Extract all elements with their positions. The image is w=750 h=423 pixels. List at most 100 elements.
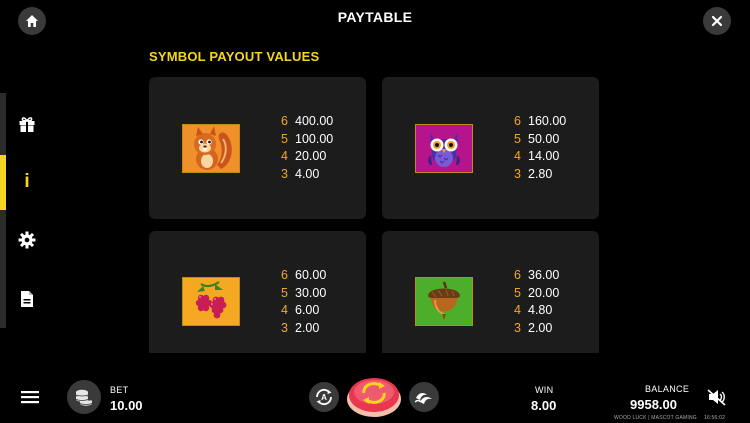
payout-row: 5 20.00 [514,285,559,303]
turbo-button[interactable] [409,382,439,412]
coins-icon [75,389,93,406]
payout-row: 5 50.00 [514,131,566,149]
payout-count: 3 [514,320,521,335]
payout-count: 3 [281,166,288,181]
raspberry-symbol [182,277,240,326]
payout-value: 50.00 [528,131,560,146]
close-button[interactable] [703,7,731,35]
payout-row: 6 400.00 [281,113,333,131]
sidebar-rail [0,93,6,328]
payout-count: 4 [514,303,521,317]
owl-icon [428,133,460,167]
payout-value: 4.00 [295,166,320,181]
payout-row: 6 60.00 [281,267,326,285]
payout-count: 4 [281,149,288,163]
bet-label: BET [110,385,129,395]
bet-value: 10.00 [110,398,143,413]
balance-value: 9958.00 [630,397,677,412]
top-bar: PAYTABLE [0,0,750,40]
payout-row: 4 4.80 [514,302,559,320]
payout-count: 5 [514,285,521,300]
squirrel-icon [194,126,232,170]
payout-row: 6 160.00 [514,113,566,131]
symbol-card-squirrel: 6 400.00 5 100.00 4 20.00 3 4.00 [149,77,366,219]
payout-row: 4 20.00 [281,148,333,166]
payout-count: 4 [281,303,288,317]
game-provider-text: WOOD LUCK | MASCOT GAMING [614,415,697,421]
payout-count: 3 [514,166,521,181]
acorn-symbol [415,277,473,326]
payout-value: 160.00 [528,114,567,128]
turbo-icon [414,393,432,404]
menu-button[interactable] [21,389,39,405]
symbol-card-raspberries: 6 60.00 5 30.00 4 6.00 3 2.00 [149,231,366,353]
payout-row: 4 14.00 [514,148,566,166]
payout-value: 2.00 [295,320,320,335]
payout-count: 6 [281,268,288,282]
autoplay-button[interactable]: A [309,382,339,412]
sound-toggle[interactable] [707,388,727,406]
gear-icon [18,231,36,249]
spin-icon [347,378,401,417]
payout-value: 100.00 [295,131,334,146]
payout-value: 6.00 [295,303,320,317]
sidebar-item-settings[interactable] [16,229,38,251]
payout-count: 3 [281,320,288,335]
close-icon [711,15,723,27]
balance-label: BALANCE [645,384,690,394]
bet-button[interactable] [67,380,101,414]
payout-count: 6 [281,114,288,128]
payout-value: 30.00 [295,285,327,300]
page-title: PAYTABLE [337,9,413,25]
squirrel-symbol [182,124,240,173]
sound-muted-icon [707,389,726,406]
autoplay-icon: A [316,388,332,406]
spin-button[interactable] [346,374,402,418]
payout-row: 6 36.00 [514,267,559,285]
section-title: SYMBOL PAYOUT VALUES [149,49,320,64]
payout-value: 20.00 [528,285,560,300]
payout-count: 6 [514,114,521,128]
raspberry-icon [195,281,227,319]
payout-count: 5 [281,285,288,300]
payout-row: 5 30.00 [281,285,326,303]
payout-row: 3 4.00 [281,166,333,184]
payout-value: 2.00 [528,320,553,335]
payout-row: 3 2.00 [281,320,326,338]
payout-value: 2.80 [528,166,553,181]
bottom-bar: BET 10.00 A WIN 8.00 BALANCE 9958.00 WOO… [0,370,750,423]
acorn-icon [428,281,460,320]
squirrel-payouts: 6 400.00 5 100.00 4 20.00 3 4.00 [281,113,333,183]
gift-icon [19,117,35,132]
sidebar-item-info[interactable]: i [16,171,38,193]
payout-row: 3 2.80 [514,166,566,184]
owl-payouts: 6 160.00 5 50.00 4 14.00 3 2.80 [514,113,566,183]
hamburger-icon [21,391,39,404]
payout-value: 400.00 [295,114,334,128]
win-label: WIN [535,385,554,395]
sidebar-active-indicator [0,155,6,210]
payout-count: 4 [514,149,521,163]
symbol-card-owl: 6 160.00 5 50.00 4 14.00 3 2.80 [382,77,599,219]
payout-count: 5 [281,131,288,146]
payout-row: 5 100.00 [281,131,333,149]
document-icon [21,291,33,307]
info-icon: i [24,171,30,192]
payout-row: 3 2.00 [514,320,559,338]
svg-text:A: A [321,393,327,402]
payout-value: 60.00 [295,268,327,282]
sidebar-item-rules[interactable] [16,288,38,310]
payout-value: 14.00 [528,149,560,163]
acorn-payouts: 6 36.00 5 20.00 4 4.80 3 2.00 [514,267,559,337]
payout-count: 6 [514,268,521,282]
clock: 16:56:02 [704,415,726,421]
payout-count: 5 [514,131,521,146]
symbol-card-acorn: 6 36.00 5 20.00 4 4.80 3 2.00 [382,231,599,353]
payout-value: 36.00 [528,268,560,282]
raspberry-payouts: 6 60.00 5 30.00 4 6.00 3 2.00 [281,267,326,337]
payout-row: 4 6.00 [281,302,326,320]
payout-value: 4.80 [528,303,553,317]
sidebar-item-gift[interactable] [16,113,38,135]
win-value: 8.00 [531,398,557,413]
owl-symbol [415,124,473,173]
